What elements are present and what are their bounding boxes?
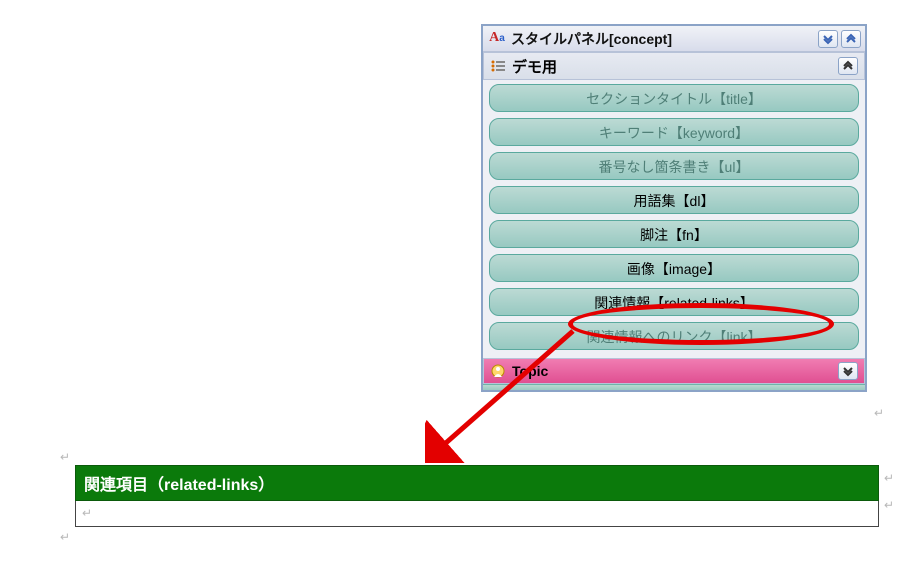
result-header-text: 関連項目（related-links） [84,477,274,494]
collapse-up-button[interactable] [841,30,861,48]
style-button-related-links[interactable]: 関連情報【related-links】 [489,288,859,316]
style-button-title[interactable]: セクションタイトル【title】 [489,84,859,112]
paragraph-mark: ↵ [82,506,92,520]
style-button-ul[interactable]: 番号なし箇条書き【ul】 [489,152,859,180]
style-button-label: 関連情報へのリンク【link】 [586,329,761,345]
style-button-label: 画像【image】 [627,261,721,277]
style-button-image[interactable]: 画像【image】 [489,254,859,282]
result-body[interactable]: ↵ [75,501,879,527]
panel-bottom-strip [483,384,865,390]
paragraph-mark: ↵ [874,406,884,420]
style-button-label: 用語集【dl】 [634,193,715,209]
panel-titlebar: Aa スタイルパネル[concept] [483,26,865,52]
topic-bar: Topic [483,358,865,384]
list-icon [490,59,506,73]
paragraph-mark: ↵ [884,498,894,512]
topic-icon [490,363,506,379]
section-collapse-button[interactable] [838,57,858,75]
paragraph-mark: ↵ [884,471,894,485]
paragraph-mark: ↵ [60,450,70,464]
style-button-label: 関連情報【related-links】 [594,295,753,311]
style-panel-window: Aa スタイルパネル[concept] デモ用 セクションタイトル【title】 [481,24,867,392]
section-header-label: デモ用 [512,56,835,77]
section-header: デモ用 [483,52,865,80]
topic-collapse-button[interactable] [838,362,858,380]
topic-label: Topic [512,363,835,379]
style-button-fn[interactable]: 脚注【fn】 [489,220,859,248]
style-list: セクションタイトル【title】 キーワード【keyword】 番号なし箇条書き… [483,80,865,358]
style-button-label: 番号なし箇条書き【ul】 [599,159,750,175]
result-area: 関連項目（related-links） ↵ [75,465,879,527]
result-header: 関連項目（related-links） [75,465,879,501]
style-button-label: キーワード【keyword】 [599,125,749,141]
style-panel-icon: Aa [487,30,507,48]
collapse-down-button[interactable] [818,30,838,48]
paragraph-mark: ↵ [60,530,70,544]
style-button-dl[interactable]: 用語集【dl】 [489,186,859,214]
style-button-keyword[interactable]: キーワード【keyword】 [489,118,859,146]
panel-title: スタイルパネル[concept] [511,29,815,49]
style-button-link[interactable]: 関連情報へのリンク【link】 [489,322,859,350]
style-button-label: 脚注【fn】 [640,227,708,243]
style-button-label: セクションタイトル【title】 [586,91,762,107]
